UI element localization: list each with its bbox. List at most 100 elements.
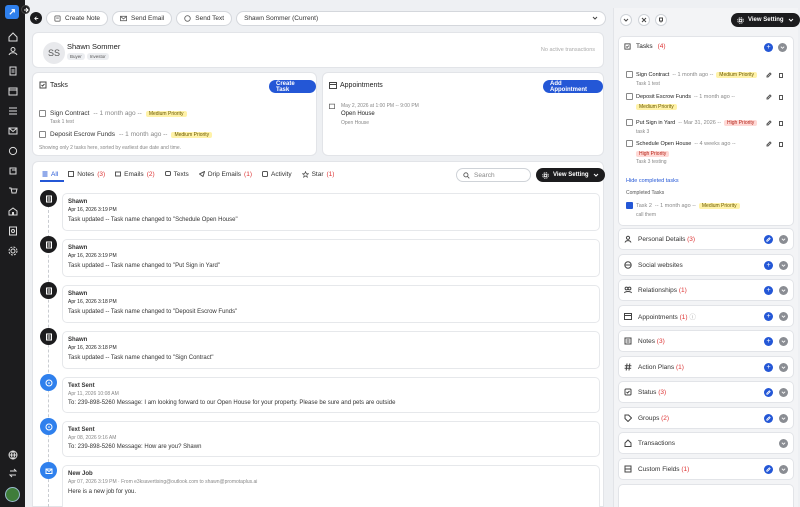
chat-icon[interactable]: [6, 144, 19, 157]
section-action-plans[interactable]: Action Plans (1) +: [618, 356, 794, 378]
task-title[interactable]: Task 2: [636, 203, 652, 209]
send-text-button[interactable]: Send Text: [176, 10, 233, 26]
globe-icon[interactable]: [6, 448, 19, 461]
create-task-button[interactable]: Create Task: [269, 80, 316, 93]
edit-icon[interactable]: [764, 234, 773, 244]
chevron-down-icon[interactable]: [779, 285, 788, 295]
tab-activity[interactable]: Activity: [262, 168, 292, 180]
tab-drip-emails[interactable]: Drip Emails (1): [198, 168, 252, 180]
tab-all[interactable]: All: [42, 168, 58, 180]
settings-icon[interactable]: [6, 244, 19, 257]
building-icon[interactable]: [6, 204, 19, 217]
switch-icon[interactable]: [6, 466, 19, 479]
task-checkbox[interactable]: [39, 131, 46, 138]
send-email-button[interactable]: Send Email: [112, 10, 173, 26]
tab-notes[interactable]: Notes (3): [68, 168, 105, 180]
hide-completed-link[interactable]: Hide completed tasks: [626, 178, 679, 184]
collapse-tasks-icon[interactable]: [778, 43, 787, 52]
add-icon[interactable]: +: [764, 362, 773, 372]
section-personal-details[interactable]: Personal Details (3): [618, 228, 794, 250]
activity-card[interactable]: Text Sent Apr 08, 2026 9:16 AM To: 239-8…: [62, 421, 600, 457]
section-relationships[interactable]: Relationships (1) +: [618, 279, 794, 301]
edit-icon[interactable]: [766, 120, 772, 126]
stack-icon[interactable]: [6, 164, 19, 177]
delete-icon[interactable]: [778, 120, 784, 126]
user-avatar[interactable]: [5, 487, 20, 502]
create-note-button[interactable]: Create Note: [46, 10, 109, 26]
chevron-down-icon[interactable]: [779, 234, 788, 244]
chevron-down-icon[interactable]: [779, 336, 788, 346]
add-icon[interactable]: +: [764, 285, 773, 295]
task-checkbox[interactable]: [626, 71, 633, 78]
calendar-icon[interactable]: [6, 84, 19, 97]
chevron-down-icon[interactable]: [779, 362, 788, 372]
tab-texts[interactable]: Texts: [164, 168, 189, 180]
task-checkbox[interactable]: [626, 140, 633, 147]
edit-icon[interactable]: [766, 94, 772, 100]
add-task-icon[interactable]: +: [764, 43, 773, 52]
activity-card[interactable]: Text Sent Apr 11, 2026 10:08 AM To: 239-…: [62, 377, 600, 413]
chevron-down-icon[interactable]: [779, 260, 788, 270]
task-title[interactable]: Put Sign in Yard: [636, 120, 675, 126]
section-custom-fields[interactable]: Custom Fields (1): [618, 458, 794, 480]
activity-card[interactable]: Shawn Apr 16, 2026 3:18 PM Task updated …: [62, 331, 600, 369]
section-status[interactable]: Status (3): [618, 381, 794, 403]
add-appointment-button[interactable]: Add Appointment: [543, 80, 603, 93]
contact-selector[interactable]: Shawn Sommer (Current): [236, 10, 606, 26]
expand-button[interactable]: [638, 14, 650, 26]
task-title[interactable]: Sign Contract: [50, 110, 89, 117]
section-social-websites[interactable]: Social websites +: [618, 254, 794, 276]
task-checkbox[interactable]: [39, 110, 46, 117]
section-transactions[interactable]: Transactions: [618, 432, 794, 454]
documents-icon[interactable]: [6, 64, 19, 77]
edit-icon[interactable]: [764, 387, 773, 397]
activity-card[interactable]: Shawn Apr 16, 2026 3:19 PM Task updated …: [62, 239, 600, 277]
task-checkbox[interactable]: [626, 93, 633, 100]
tag-buyer[interactable]: Buyer: [67, 53, 85, 60]
delete-icon[interactable]: [778, 72, 784, 78]
activity-card[interactable]: New Job Apr 07, 2026 3:19 PM · From e3ks…: [62, 465, 600, 507]
right-view-setting-button[interactable]: View Setting: [731, 13, 800, 27]
cart-icon[interactable]: [6, 184, 19, 197]
back-button[interactable]: [30, 12, 42, 24]
edit-icon[interactable]: [764, 464, 773, 474]
collapse-rail-icon[interactable]: [21, 5, 30, 14]
section-groups[interactable]: Groups (2): [618, 407, 794, 429]
home-icon[interactable]: [6, 30, 19, 43]
add-icon[interactable]: +: [764, 260, 773, 270]
delete-icon[interactable]: [778, 141, 784, 147]
activity-card[interactable]: Shawn Apr 16, 2026 3:19 PM Task updated …: [62, 193, 600, 231]
tab-emails[interactable]: Emails (2): [115, 168, 155, 180]
task-title[interactable]: Deposit Escrow Funds: [50, 131, 115, 138]
section-more[interactable]: [618, 484, 794, 507]
app-logo-icon[interactable]: [5, 5, 19, 19]
task-title[interactable]: Deposit Escrow Funds: [636, 94, 691, 100]
tab-star[interactable]: Star (1): [301, 168, 334, 180]
tag-investor[interactable]: Investor: [86, 53, 109, 60]
contacts-icon[interactable]: [6, 44, 19, 57]
pin-button[interactable]: [655, 14, 667, 26]
list-icon[interactable]: [6, 104, 19, 117]
section-appointments[interactable]: Appointments (1) ⓘ +: [618, 305, 794, 327]
collapse-panel-button[interactable]: [620, 14, 632, 26]
task-title[interactable]: Schedule Open House: [636, 141, 691, 147]
activity-card[interactable]: Shawn Apr 16, 2026 3:18 PM Task updated …: [62, 285, 600, 323]
chevron-down-icon[interactable]: [779, 311, 788, 321]
task-checkbox-checked[interactable]: [626, 202, 633, 209]
task-checkbox[interactable]: [626, 119, 633, 126]
chevron-down-icon[interactable]: [779, 387, 788, 397]
edit-icon[interactable]: [766, 141, 772, 147]
add-icon[interactable]: +: [764, 311, 773, 321]
mail-icon[interactable]: [6, 124, 19, 137]
chevron-down-icon[interactable]: [779, 438, 788, 448]
edit-icon[interactable]: [766, 72, 772, 78]
task-title[interactable]: Sign Contract: [636, 72, 669, 78]
edit-icon[interactable]: [764, 413, 773, 423]
chevron-down-icon[interactable]: [779, 413, 788, 423]
add-icon[interactable]: +: [764, 336, 773, 346]
chevron-down-icon[interactable]: [779, 464, 788, 474]
report-icon[interactable]: [6, 224, 19, 237]
delete-icon[interactable]: [778, 94, 784, 100]
search-input[interactable]: Search: [456, 168, 531, 182]
view-setting-button[interactable]: View Setting: [536, 168, 605, 182]
